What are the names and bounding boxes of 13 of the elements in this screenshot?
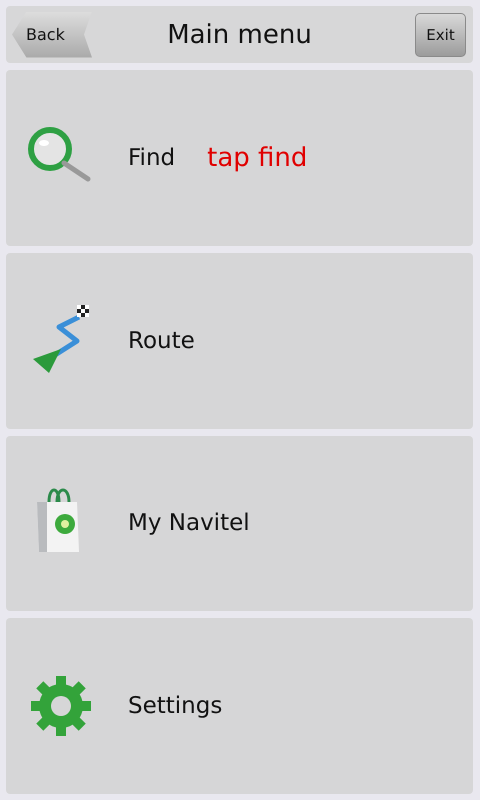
menu-item-label: My Navitel bbox=[128, 510, 250, 536]
menu-item[interactable]: Settings bbox=[6, 618, 473, 794]
hint-text: tap find bbox=[207, 142, 308, 173]
back-button[interactable]: Back bbox=[12, 12, 92, 58]
exit-button[interactable]: Exit bbox=[415, 12, 466, 56]
menu-item-label: Settings bbox=[128, 693, 222, 720]
gear-icon bbox=[29, 674, 93, 738]
menu-item-label: Route bbox=[128, 328, 195, 354]
menu-item[interactable]: Find tap find bbox=[6, 70, 473, 246]
menu-item[interactable]: My Navitel bbox=[6, 436, 473, 612]
menu-item[interactable]: Route bbox=[6, 252, 473, 428]
menu-item-label: Find bbox=[128, 144, 176, 171]
screen-title: Main menu bbox=[167, 20, 312, 50]
